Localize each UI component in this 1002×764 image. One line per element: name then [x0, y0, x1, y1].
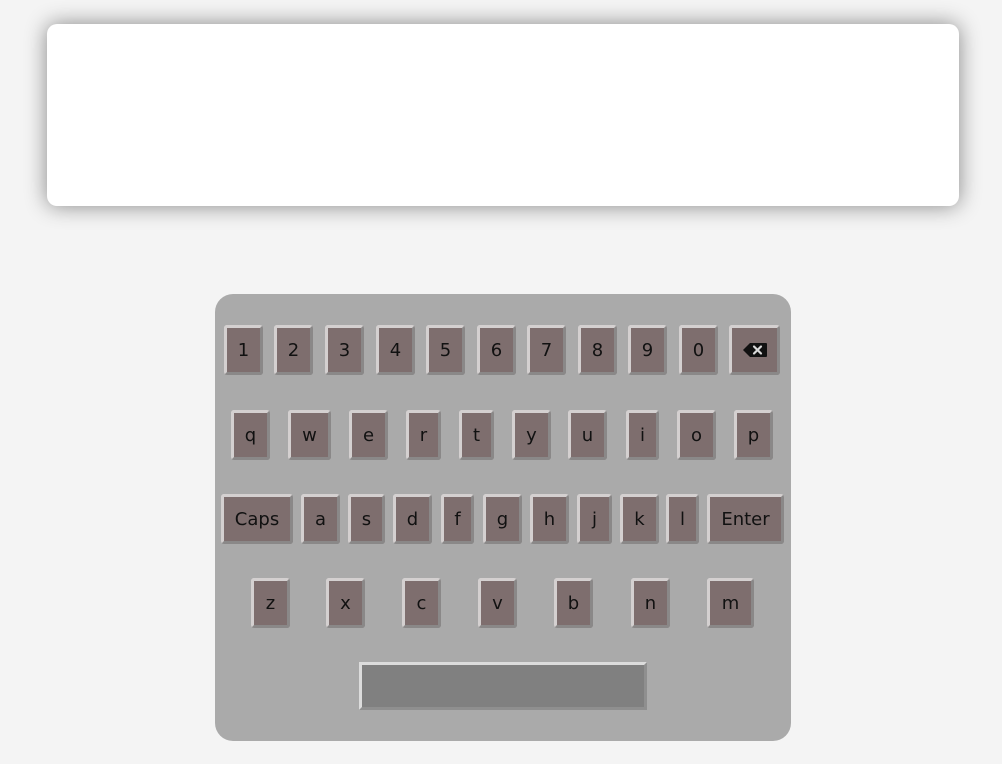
key-label: w: [302, 424, 317, 446]
enter-key[interactable]: Enter: [707, 494, 784, 544]
key-n[interactable]: n: [631, 578, 670, 628]
key-t[interactable]: t: [459, 410, 494, 460]
key-i[interactable]: i: [626, 410, 659, 460]
keyboard-number-row: 1 2 3 4 5 6 7 8 9 0: [215, 325, 791, 377]
key-label: h: [543, 508, 556, 530]
key-6[interactable]: 6: [477, 325, 516, 375]
key-label: x: [340, 592, 351, 614]
caps-key[interactable]: Caps: [221, 494, 293, 544]
key-label: 4: [389, 339, 402, 361]
key-label: l: [679, 508, 685, 530]
key-label: y: [526, 424, 537, 446]
backspace-icon: [742, 343, 767, 357]
key-8[interactable]: 8: [578, 325, 617, 375]
key-g[interactable]: g: [483, 494, 522, 544]
key-r[interactable]: r: [406, 410, 441, 460]
key-label: 6: [490, 339, 503, 361]
key-label: n: [644, 592, 657, 614]
key-7[interactable]: 7: [527, 325, 566, 375]
key-label: q: [244, 424, 257, 446]
key-m[interactable]: m: [707, 578, 754, 628]
key-o[interactable]: o: [677, 410, 716, 460]
key-1[interactable]: 1: [224, 325, 263, 375]
key-label: a: [314, 508, 327, 530]
key-f[interactable]: f: [441, 494, 474, 544]
key-5[interactable]: 5: [426, 325, 465, 375]
key-label: Caps: [234, 508, 280, 530]
key-c[interactable]: c: [402, 578, 441, 628]
key-label: 7: [540, 339, 553, 361]
key-0[interactable]: 0: [679, 325, 718, 375]
key-label: 8: [591, 339, 604, 361]
key-label: g: [496, 508, 509, 530]
key-label: m: [721, 592, 740, 614]
key-label: i: [639, 424, 645, 446]
key-label: 0: [692, 339, 705, 361]
keyboard-bottom-letter-row: zxcvbnm: [215, 578, 791, 630]
key-label: b: [567, 592, 580, 614]
key-label: f: [454, 508, 461, 530]
key-label: r: [419, 424, 428, 446]
key-label: 2: [287, 339, 300, 361]
key-label: v: [492, 592, 503, 614]
key-label: 1: [237, 339, 250, 361]
key-label: c: [416, 592, 427, 614]
key-q[interactable]: q: [231, 410, 270, 460]
key-label: d: [406, 508, 419, 530]
key-label: s: [361, 508, 372, 530]
backspace-key[interactable]: [729, 325, 780, 375]
key-v[interactable]: v: [478, 578, 517, 628]
on-screen-keyboard: 1 2 3 4 5 6 7 8 9 0 q w e r t y u i o p Caps a s d f g h j k l Enter z x…: [215, 294, 791, 741]
key-label: o: [690, 424, 702, 446]
key-h[interactable]: h: [530, 494, 569, 544]
key-e[interactable]: e: [349, 410, 388, 460]
key-j[interactable]: j: [577, 494, 612, 544]
key-label: u: [581, 424, 594, 446]
key-x[interactable]: x: [326, 578, 365, 628]
key-label: t: [472, 424, 481, 446]
key-l[interactable]: l: [666, 494, 699, 544]
space-key[interactable]: [359, 662, 647, 710]
key-label: 9: [641, 339, 654, 361]
text-output-panel: [47, 24, 959, 206]
key-b[interactable]: b: [554, 578, 593, 628]
key-w[interactable]: w: [288, 410, 331, 460]
key-label: j: [591, 508, 597, 530]
key-label: e: [362, 424, 375, 446]
key-z[interactable]: z: [251, 578, 290, 628]
key-u[interactable]: u: [568, 410, 607, 460]
key-p[interactable]: p: [734, 410, 773, 460]
keyboard-home-row: Caps a s d f g h j k l Enter: [215, 494, 791, 546]
key-label: z: [265, 592, 276, 614]
key-y[interactable]: y: [512, 410, 551, 460]
key-4[interactable]: 4: [376, 325, 415, 375]
key-label: k: [634, 508, 645, 530]
key-label: 3: [338, 339, 351, 361]
key-2[interactable]: 2: [274, 325, 313, 375]
keyboard-top-letter-row: qwertyuiop: [215, 410, 791, 462]
key-label: p: [747, 424, 760, 446]
key-a[interactable]: a: [301, 494, 340, 544]
key-d[interactable]: d: [393, 494, 432, 544]
key-label: 5: [439, 339, 452, 361]
key-label: Enter: [721, 508, 770, 530]
key-9[interactable]: 9: [628, 325, 667, 375]
key-s[interactable]: s: [348, 494, 385, 544]
key-3[interactable]: 3: [325, 325, 364, 375]
key-k[interactable]: k: [620, 494, 659, 544]
